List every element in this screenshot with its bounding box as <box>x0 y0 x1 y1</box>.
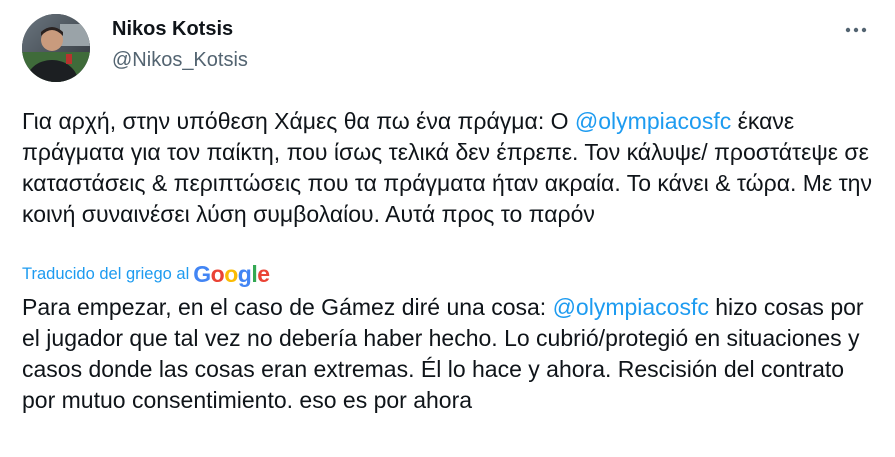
translation-attribution[interactable]: Traducido del griego al Google <box>22 262 270 286</box>
tweet-text-translated: Para empezar, en el caso de Gámez diré u… <box>22 292 882 416</box>
tweet-text-original-start: Για αρχή, στην υπόθεση Χάμες θα πω ένα π… <box>22 108 575 134</box>
google-logo-letter: g <box>237 261 252 287</box>
avatar[interactable] <box>22 14 90 82</box>
avatar-image <box>22 14 90 82</box>
google-logo-letter: o <box>224 261 238 287</box>
more-horizontal-icon <box>845 27 867 33</box>
google-logo-letter: o <box>210 261 225 287</box>
mention-link[interactable]: @olympiacosfc <box>575 108 731 134</box>
mention-link-translated[interactable]: @olympiacosfc <box>553 294 709 320</box>
tweet-text-translated-start: Para empezar, en el caso de Gámez diré u… <box>22 294 553 320</box>
more-options-button[interactable] <box>836 14 876 46</box>
tweet-text-original: Για αρχή, στην υπόθεση Χάμες θα πω ένα π… <box>22 106 882 230</box>
author-name[interactable]: Nikos Kotsis <box>112 18 233 41</box>
tweet: Nikos Kotsis @Nikos_Kotsis Για αρχή, στη… <box>0 0 895 457</box>
google-logo-letter: G <box>193 261 211 287</box>
google-logo-letter: e <box>257 261 270 287</box>
google-logo: Google <box>193 261 270 287</box>
translation-label: Traducido del griego al <box>22 264 190 283</box>
author-handle[interactable]: @Nikos_Kotsis <box>112 49 248 72</box>
